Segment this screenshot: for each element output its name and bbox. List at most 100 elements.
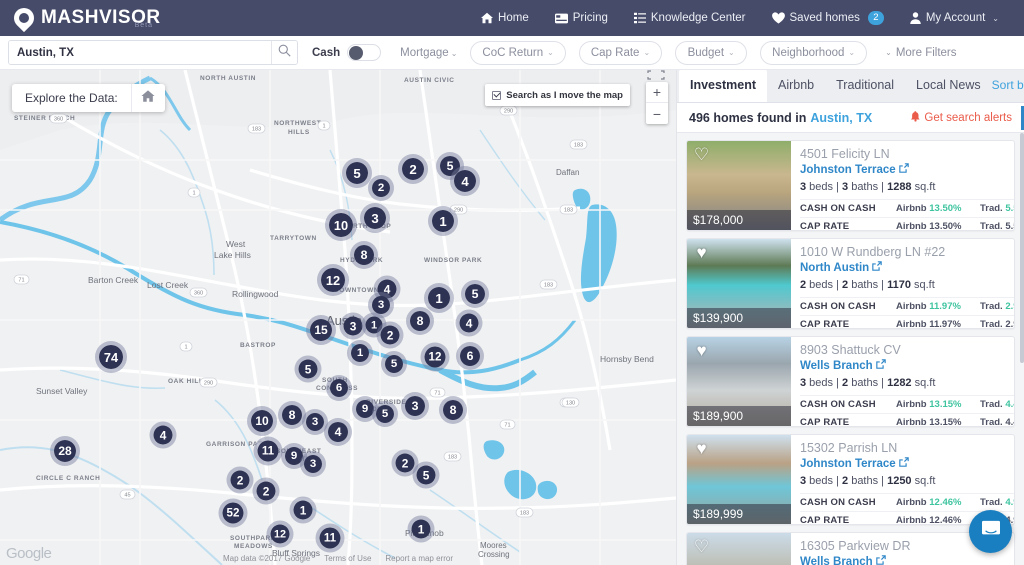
listing-card[interactable]: ♥$189,99915302 Parrish LNJohnston Terrac… [686, 434, 1015, 525]
nav-knowledge-center[interactable]: Knowledge Center [621, 12, 759, 24]
map-cluster-count: 1 [435, 291, 442, 306]
listing-card[interactable]: ♡$178,0004501 Felicity LNJohnston Terrac… [686, 140, 1015, 231]
panel-scrollbar[interactable] [1020, 133, 1024, 363]
svg-text:183: 183 [574, 143, 583, 149]
nav-home[interactable]: Home [468, 12, 542, 24]
save-listing-heart-icon[interactable]: ♥ [692, 341, 711, 360]
map-cluster-marker[interactable]: 5 [381, 351, 407, 377]
results-city-link[interactable]: Austin, TX [810, 111, 872, 125]
listing-cards-container[interactable]: ♡$178,0004501 Felicity LNJohnston Terrac… [677, 133, 1024, 565]
map-cluster-marker[interactable]: 4 [150, 422, 177, 449]
zoom-in-button[interactable]: + [646, 82, 668, 103]
listing-neighborhood-link[interactable]: Johnston Terrace [800, 457, 1015, 472]
map-cluster-marker[interactable]: 2 [227, 467, 254, 494]
listing-card[interactable]: ♥$189,9008903 Shattuck CVWells Branch3 b… [686, 336, 1015, 427]
map-cluster-marker[interactable]: 11 [254, 437, 283, 466]
tab-investment[interactable]: Investment [679, 69, 767, 102]
map-area[interactable]: STEINER RANCHNORTH AUSTINAUSTIN CIVICNOR… [0, 70, 676, 565]
explore-home-button[interactable] [131, 84, 165, 112]
listing-metrics: CASH ON CASHAirbnb 11.97%Trad. 2.94%CAP … [800, 297, 1015, 329]
map-cluster-marker[interactable]: 15 [306, 315, 336, 345]
zoom-out-button[interactable]: − [646, 103, 668, 124]
map-cluster-marker[interactable]: 1 [408, 516, 435, 543]
tab-airbnb[interactable]: Airbnb [767, 69, 825, 102]
map-cluster-marker[interactable]: 4 [450, 166, 480, 196]
save-listing-heart-icon[interactable]: ♥ [692, 243, 711, 262]
map-cluster-marker[interactable]: 28 [50, 436, 80, 466]
tab-traditional[interactable]: Traditional [825, 69, 905, 102]
map-cluster-marker[interactable]: 8 [439, 396, 467, 424]
more-filters-button[interactable]: ⌄ More Filters [883, 47, 956, 59]
search-as-i-move-control[interactable]: Search as I move the map [485, 84, 630, 106]
get-search-alerts-button[interactable]: Get search alerts [911, 111, 1012, 125]
listing-card[interactable]: ♥$139,9001010 W Rundberg LN #22North Aus… [686, 238, 1015, 329]
map-cluster-marker[interactable]: 5 [461, 280, 489, 308]
map-cluster-marker[interactable]: 12 [267, 521, 294, 548]
map-cluster-marker[interactable]: 2 [377, 322, 404, 349]
nav-pricing[interactable]: Pricing [542, 12, 621, 24]
top-nav-items: Home Pricing Knowledge Center Saved home… [468, 11, 1024, 25]
map-cluster-marker[interactable]: 2 [253, 478, 280, 505]
map-cluster-marker[interactable]: 5 [413, 462, 440, 489]
map-cluster-marker[interactable]: 3 [360, 203, 390, 233]
filter-budget[interactable]: Budget ⌄ [675, 41, 747, 65]
terms-of-use-link[interactable]: Terms of Use [324, 554, 371, 563]
nav-saved-homes[interactable]: Saved homes 2 [759, 11, 897, 25]
map-cluster-marker[interactable]: 1 [290, 497, 317, 524]
listing-neighborhood-link[interactable]: Wells Branch [800, 359, 1015, 374]
map-cluster-marker[interactable]: 8 [350, 241, 378, 269]
map-cluster-marker[interactable]: 2 [398, 154, 428, 184]
search-as-i-move-checkbox[interactable] [492, 91, 501, 100]
chat-widget-button[interactable] [969, 510, 1012, 553]
tab-local-news[interactable]: Local News [905, 69, 992, 102]
report-map-error-link[interactable]: Report a map error [385, 554, 453, 563]
map-cluster-marker[interactable]: 6 [456, 342, 484, 370]
external-link-icon [876, 555, 886, 565]
map-cluster-marker[interactable]: 8 [406, 307, 434, 335]
sort-by-dropdown[interactable]: Sort by⌄ [992, 69, 1024, 102]
map-cluster-marker[interactable]: 52 [219, 499, 248, 528]
listing-neighborhood-link[interactable]: Johnston Terrace [800, 163, 1015, 178]
map-cluster-marker[interactable]: 10 [325, 209, 357, 241]
map-cluster-marker[interactable]: 4 [456, 310, 483, 337]
map-cluster-count: 2 [409, 162, 416, 177]
map-cluster-marker[interactable]: 4 [324, 418, 352, 446]
map-cluster-marker[interactable]: 10 [247, 406, 277, 436]
save-listing-heart-icon[interactable]: ♡ [692, 145, 711, 164]
listing-card[interactable]: ♡16305 Parkview DRWells Branch [686, 532, 1015, 565]
cash-mortgage-toggle[interactable] [347, 44, 381, 61]
map-cluster-marker[interactable]: 12 [317, 264, 349, 296]
map-cluster-marker[interactable]: 6 [326, 375, 352, 401]
map-cluster-marker[interactable]: 2 [368, 175, 394, 201]
filter-cap-rate[interactable]: Cap Rate ⌄ [579, 41, 662, 65]
map-cluster-marker[interactable]: 1 [428, 206, 458, 236]
listing-neighborhood-link[interactable]: Wells Branch [800, 555, 1005, 565]
brand-logo[interactable]: ✓ MASHVISOR Beta [0, 7, 179, 29]
fullscreen-button[interactable] [646, 70, 668, 82]
filter-coc-return[interactable]: CoC Return ⌄ [470, 41, 565, 65]
save-listing-heart-icon[interactable]: ♡ [692, 537, 711, 556]
listing-price: $178,000 [687, 210, 791, 230]
filter-neighborhood[interactable]: Neighborhood ⌄ [760, 41, 867, 65]
search-button[interactable] [271, 40, 297, 65]
map-cluster-marker[interactable]: 5 [295, 356, 322, 383]
search-input[interactable] [9, 41, 271, 64]
mortgage-label[interactable]: Mortgage⌄ [400, 47, 457, 59]
map-cluster-count: 12 [274, 528, 286, 540]
search-box[interactable] [8, 40, 298, 65]
map-cluster-marker[interactable]: 12 [421, 343, 450, 372]
listing-neighborhood-link[interactable]: North Austin [800, 261, 1015, 276]
map-cluster-marker[interactable]: 11 [316, 524, 345, 553]
map-cluster-marker[interactable]: 74 [95, 341, 127, 373]
map-cluster-marker[interactable]: 1 [347, 340, 373, 366]
map-cluster-marker[interactable]: 3 [300, 451, 326, 477]
map-cluster-marker[interactable]: 3 [401, 392, 429, 420]
metric-coc-trad: Trad. 5.50% [980, 203, 1015, 214]
explore-the-data-widget[interactable]: Explore the Data: [12, 84, 165, 112]
map-cluster-count: 8 [417, 314, 424, 328]
map-place-label: NORTHWEST [274, 120, 321, 127]
save-listing-heart-icon[interactable]: ♥ [692, 439, 711, 458]
nav-my-account[interactable]: My Account ⌄ [897, 12, 1012, 24]
map-cluster-marker[interactable]: 5 [372, 401, 398, 427]
map-cluster-marker[interactable]: 1 [424, 283, 454, 313]
